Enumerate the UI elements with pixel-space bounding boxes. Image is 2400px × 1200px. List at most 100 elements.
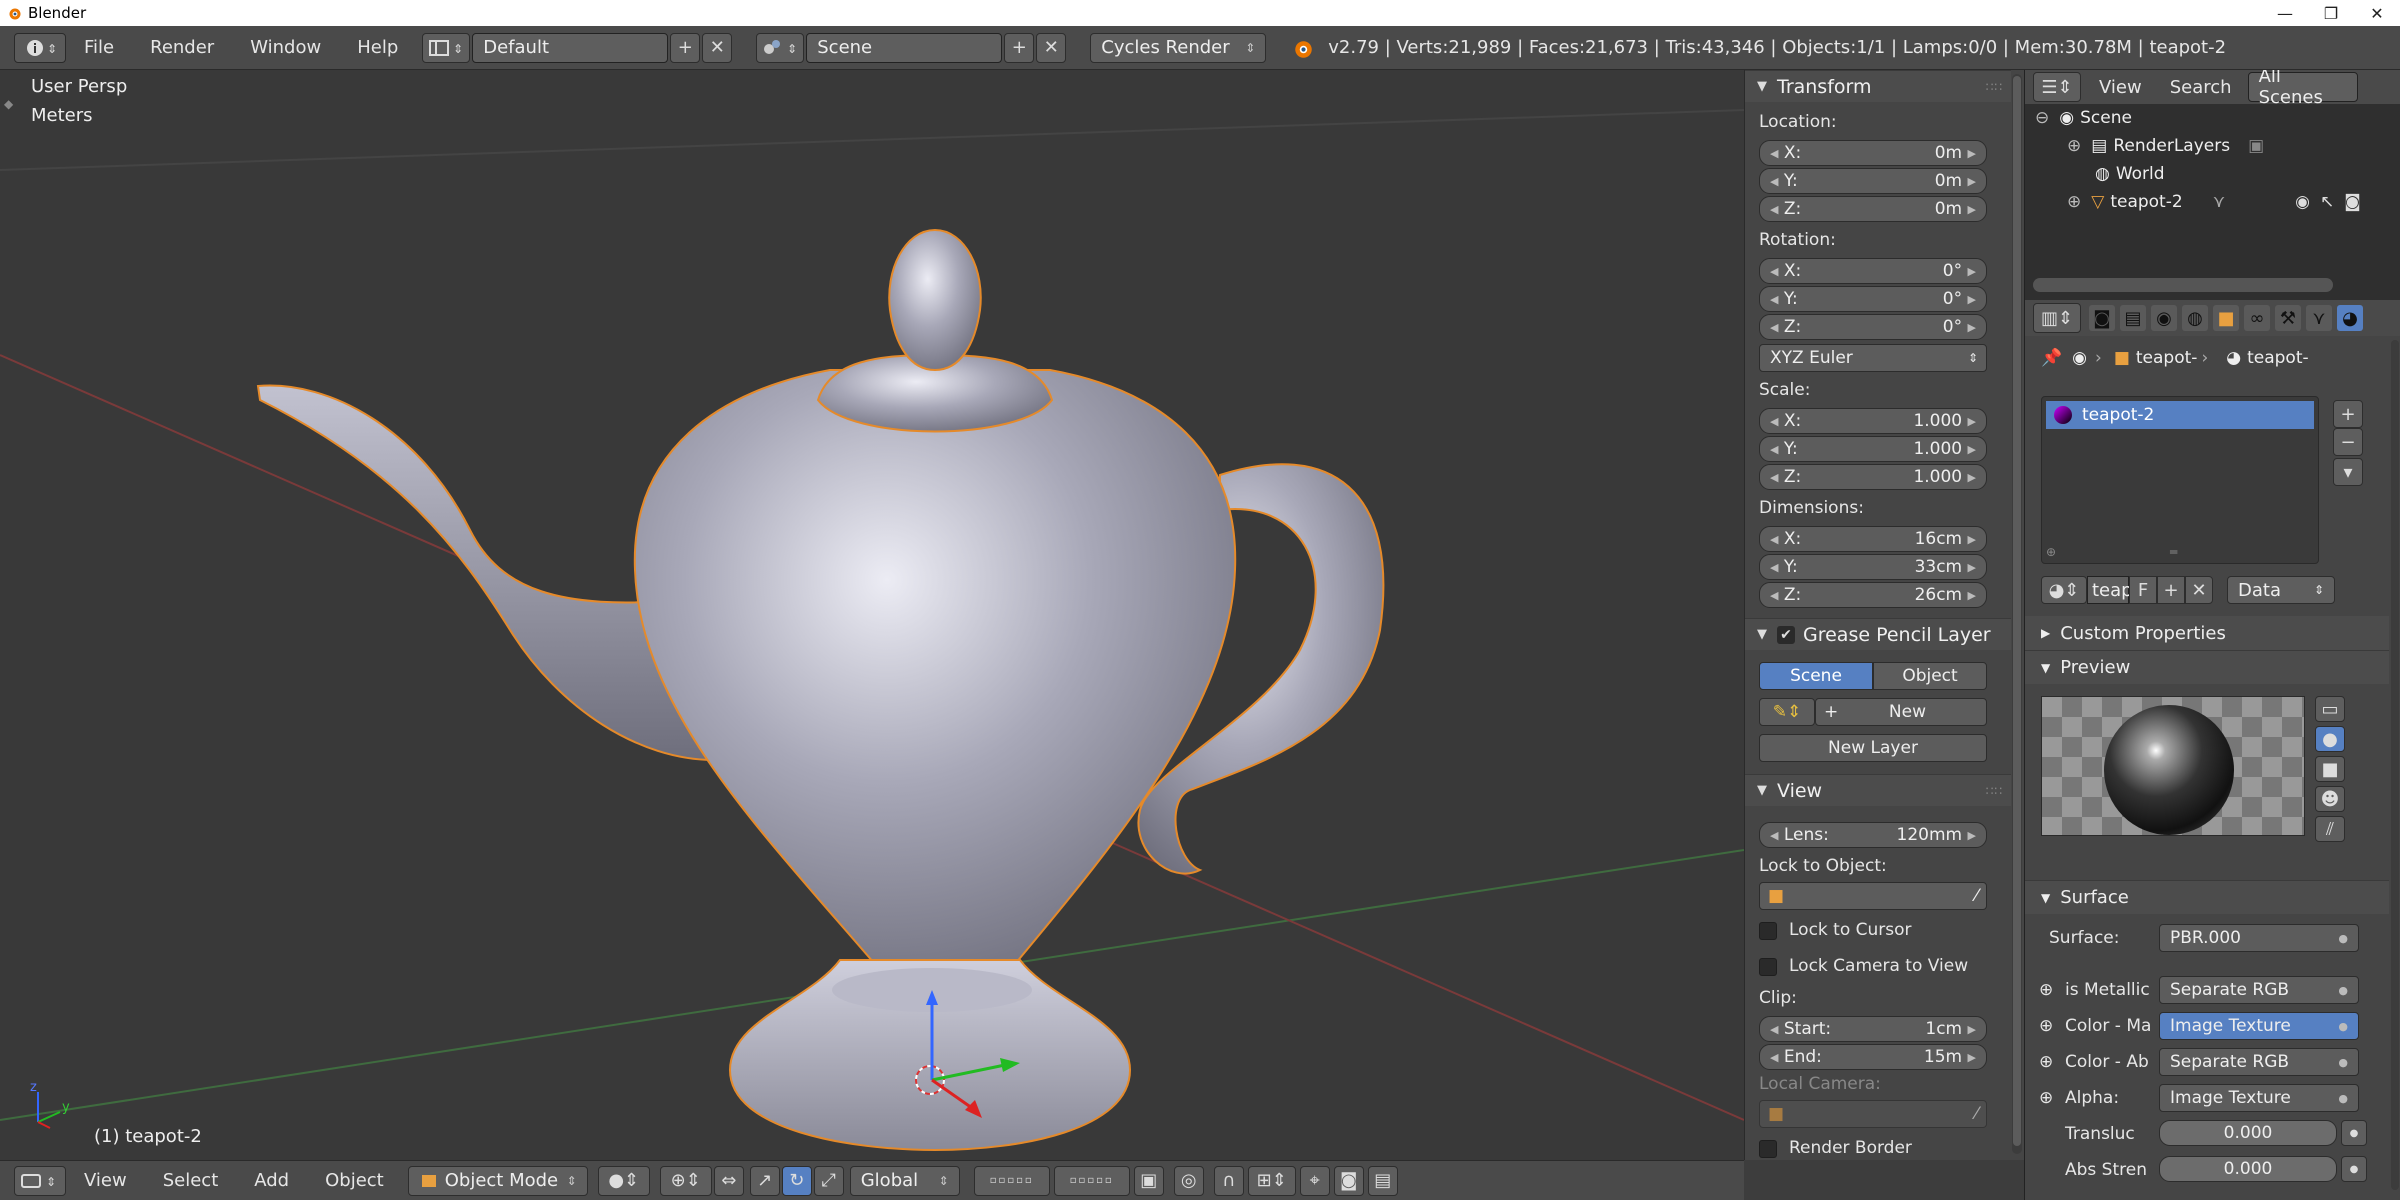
- outliner-row-world[interactable]: ◍ World: [2025, 160, 2400, 188]
- grease-pencil-browse-button[interactable]: ✎⇕: [1759, 698, 1815, 726]
- render-engine-dropdown[interactable]: Cycles Render ⇕: [1090, 32, 1267, 63]
- view-panel-header[interactable]: ▼ View ∷∷: [1745, 774, 2011, 806]
- preview-panel-header[interactable]: ▼ Preview: [2025, 650, 2389, 684]
- preview-hair-button[interactable]: ⫽: [2315, 816, 2345, 842]
- scrollbar-thumb[interactable]: [2013, 76, 2021, 1146]
- snap-element-button[interactable]: ⊞⇕: [1247, 1165, 1296, 1196]
- scale-y-field[interactable]: ◀ Y: 1.000 ▶: [1759, 436, 1987, 462]
- location-y-field[interactable]: ◀ Y: 0m ▶: [1759, 168, 1987, 194]
- outliner-row-renderlayers[interactable]: ⊕ ▤ RenderLayers ▣: [2025, 132, 2400, 160]
- grease-pencil-object-toggle[interactable]: Object: [1873, 662, 1987, 690]
- rotate-manipulator-button[interactable]: ↻: [781, 1165, 812, 1196]
- abs-stren-link-button[interactable]: ●: [2341, 1156, 2367, 1182]
- render-layers-tab-icon[interactable]: ▤: [2120, 305, 2146, 331]
- grease-pencil-scene-toggle[interactable]: Scene: [1759, 662, 1873, 690]
- surface-panel-header[interactable]: ▼ Surface: [2025, 880, 2389, 914]
- editor-type-3d-view-button[interactable]: ⇕: [14, 1165, 66, 1196]
- input-link-icon[interactable]: ⊕: [2039, 1088, 2053, 1108]
- add-drag-icon[interactable]: ⊕: [2046, 545, 2056, 559]
- outliner-menu-search[interactable]: Search: [2160, 77, 2242, 98]
- data-tab-icon[interactable]: ⋎: [2306, 305, 2332, 331]
- npanel-scrollbar[interactable]: [2012, 74, 2022, 1154]
- add-material-slot-button[interactable]: +: [2333, 400, 2363, 428]
- menu-file[interactable]: File: [66, 37, 132, 58]
- layers-group-2[interactable]: ▫▫▫▫▫: [1053, 1165, 1130, 1196]
- rotation-x-field[interactable]: ◀ X: 0° ▶: [1759, 258, 1987, 284]
- render-border-checkbox[interactable]: [1759, 1140, 1777, 1158]
- scene-browse-button[interactable]: ⇕: [756, 32, 805, 63]
- dimensions-y-field[interactable]: ◀ Y: 33cm ▶: [1759, 554, 1987, 580]
- grease-pencil-new-button[interactable]: + New: [1815, 698, 1987, 726]
- outliner-menu-view[interactable]: View: [2081, 77, 2160, 98]
- eyedropper-icon[interactable]: ⁄: [1975, 886, 1978, 906]
- manipulator-toggle-button[interactable]: ⇔: [713, 1165, 744, 1196]
- viewport-shading-button[interactable]: ●⇕: [597, 1165, 650, 1196]
- preview-monkey-button[interactable]: ☻: [2315, 786, 2345, 812]
- clip-start-field[interactable]: ◀ Start: 1cm ▶: [1759, 1016, 1987, 1042]
- teapot-object[interactable]: [256, 228, 1385, 1152]
- render-camera-icon[interactable]: ◙: [2344, 192, 2361, 212]
- selectability-cursor-icon[interactable]: ↖: [2320, 192, 2334, 212]
- input-link-icon[interactable]: ⊕: [2039, 1016, 2053, 1036]
- input-metallic-field[interactable]: Separate RGB ●: [2159, 976, 2359, 1004]
- material-link-dropdown[interactable]: Data ⇕: [2227, 576, 2335, 604]
- new-layer-button[interactable]: New Layer: [1759, 734, 1987, 762]
- material-tab-icon[interactable]: ◕: [2337, 305, 2363, 331]
- lock-layers-button[interactable]: ▣: [1133, 1165, 1164, 1196]
- toolshelf-toggle-icon[interactable]: ◆: [4, 97, 14, 111]
- editor-type-outliner-button[interactable]: ☰⇕: [2033, 72, 2081, 102]
- resize-grip-icon[interactable]: ═: [2170, 545, 2177, 559]
- material-browse-button[interactable]: ◕⇕: [2041, 576, 2087, 604]
- opengl-animation-button[interactable]: ▤: [1367, 1165, 1398, 1196]
- location-x-field[interactable]: ◀ X: 0m ▶: [1759, 140, 1987, 166]
- preview-cube-button[interactable]: ■: [2315, 756, 2345, 782]
- fake-user-button[interactable]: F: [2129, 576, 2157, 604]
- scene-field[interactable]: Scene: [806, 32, 1003, 63]
- menu-render[interactable]: Render: [132, 37, 232, 58]
- properties-scrollbar[interactable]: [2391, 340, 2399, 1190]
- input-alpha-field[interactable]: Image Texture ●: [2159, 1084, 2359, 1112]
- abs-stren-slider[interactable]: 0.000: [2159, 1156, 2337, 1182]
- editor-type-info-button[interactable]: ⇕: [14, 32, 66, 63]
- delete-scene-button[interactable]: ✕: [1036, 32, 1067, 63]
- outliner-row-teapot[interactable]: ⊕ ▽ teapot-2 ⋎ ◉ ↖ ◙: [2025, 188, 2400, 216]
- transluc-link-button[interactable]: ●: [2341, 1120, 2367, 1146]
- menu-object[interactable]: Object: [307, 1170, 402, 1191]
- delete-layout-button[interactable]: ✕: [702, 32, 733, 63]
- material-slot-item[interactable]: teapot-2: [2046, 401, 2314, 429]
- visibility-eye-icon[interactable]: ◉: [2295, 192, 2310, 212]
- drag-grip-icon[interactable]: ∷∷: [1986, 784, 2003, 798]
- add-layout-button[interactable]: +: [670, 32, 701, 63]
- screen-layout-browse-button[interactable]: ⇕: [422, 32, 471, 63]
- new-material-button[interactable]: +: [2157, 576, 2185, 604]
- mode-dropdown[interactable]: Object Mode ⇕: [407, 1165, 588, 1196]
- scale-manipulator-button[interactable]: ⤢: [813, 1165, 844, 1196]
- viewport-canvas[interactable]: ◆: [0, 70, 1744, 1160]
- layers-group-1[interactable]: ▫▫▫▫▫: [973, 1165, 1050, 1196]
- render-tab-icon[interactable]: ◙: [2089, 305, 2115, 331]
- editor-type-properties-button[interactable]: ▥⇕: [2033, 303, 2081, 333]
- material-slot-list[interactable]: teapot-2 ⊕ ═: [2041, 396, 2319, 564]
- close-button[interactable]: ✕: [2354, 0, 2400, 26]
- custom-properties-panel-header[interactable]: ▶ Custom Properties: [2025, 616, 2389, 650]
- rotation-y-field[interactable]: ◀ Y: 0° ▶: [1759, 286, 1987, 312]
- constraints-tab-icon[interactable]: ∞: [2244, 305, 2270, 331]
- outliner-h-scrollbar[interactable]: [2033, 278, 2333, 292]
- modifiers-tab-icon[interactable]: ⚒: [2275, 305, 2301, 331]
- outliner-display-mode-dropdown[interactable]: All Scenes: [2247, 70, 2358, 108]
- pivot-point-button[interactable]: ⊕⇕: [659, 1165, 712, 1196]
- transluc-slider[interactable]: 0.000: [2159, 1120, 2337, 1146]
- minimize-button[interactable]: —: [2262, 0, 2308, 26]
- input-color-ma-field[interactable]: Image Texture ●: [2159, 1012, 2359, 1040]
- screen-layout-field[interactable]: Default: [472, 32, 669, 63]
- preview-flat-button[interactable]: ▭: [2315, 696, 2345, 722]
- remove-material-slot-button[interactable]: −: [2333, 428, 2363, 456]
- material-specials-button[interactable]: ▾: [2333, 458, 2363, 486]
- transform-orientation-dropdown[interactable]: Global ⇕: [849, 1165, 960, 1196]
- maximize-button[interactable]: ❐: [2308, 0, 2354, 26]
- proportional-edit-button[interactable]: ◎: [1173, 1165, 1204, 1196]
- unlink-material-button[interactable]: ✕: [2185, 576, 2213, 604]
- menu-select[interactable]: Select: [145, 1170, 237, 1191]
- snap-toggle-button[interactable]: ∩: [1213, 1165, 1244, 1196]
- outliner-row-scene[interactable]: ⊖ ◉ Scene: [2025, 104, 2400, 132]
